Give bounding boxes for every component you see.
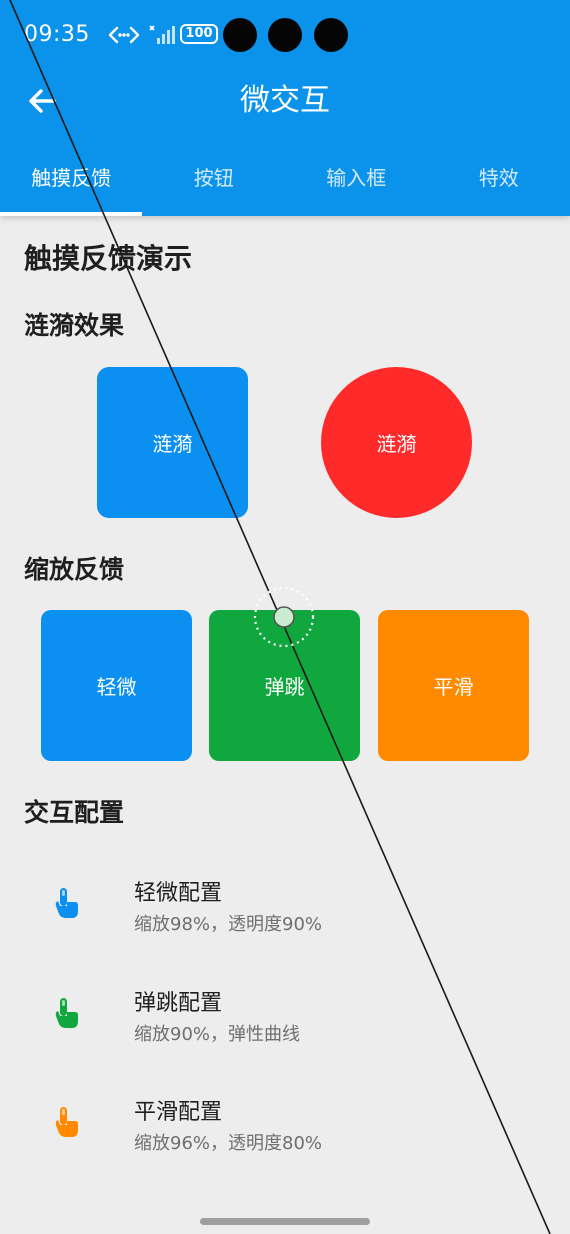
- scale-smooth-label: 平滑: [433, 675, 474, 699]
- config-item-subtitle: 缩放98%，透明度90%: [134, 914, 323, 935]
- config-item-subtitle: 缩放96%，透明度80%: [134, 1133, 323, 1154]
- scale-slight-label: 轻微: [96, 675, 137, 699]
- tab-bar: 触摸反馈 按钮 输入框 特效: [0, 156, 570, 216]
- phone-screen: 09:35 100 微交互 触摸反馈 按钮 输入框 特效 触摸反馈演示 涟漪效果…: [0, 0, 570, 1234]
- config-item-smooth[interactable]: 平滑配置 缩放96%，透明度80%: [0, 1087, 570, 1177]
- signal-icon: [149, 25, 175, 44]
- camera-icon: [314, 18, 348, 52]
- camera-icon: [223, 18, 257, 52]
- config-item-title: 轻微配置: [134, 881, 223, 906]
- scale-section-title: 缩放反馈: [24, 555, 125, 584]
- touch-hand-icon: [55, 888, 78, 918]
- content-area: 触摸反馈演示 涟漪效果 涟漪 涟漪 缩放反馈 轻微 弹跳 平滑 交互配置 轻微配…: [0, 216, 570, 1234]
- page-title: 微交互: [240, 83, 330, 118]
- demo-heading: 触摸反馈演示: [24, 242, 193, 275]
- config-item-subtitle: 缩放90%，弹性曲线: [134, 1024, 301, 1045]
- tab-touch-feedback[interactable]: 触摸反馈: [0, 156, 143, 216]
- config-item-slight[interactable]: 轻微配置 缩放98%，透明度90%: [0, 868, 570, 958]
- ripple-square-label: 涟漪: [152, 432, 193, 456]
- tab-input[interactable]: 输入框: [285, 156, 428, 216]
- ripple-circle-label: 涟漪: [376, 432, 417, 456]
- config-item-title: 平滑配置: [134, 1100, 223, 1125]
- ripple-section-title: 涟漪效果: [24, 311, 125, 340]
- camera-icon: [268, 18, 302, 52]
- ripple-circle-button[interactable]: 涟漪: [321, 367, 472, 518]
- scale-smooth-button[interactable]: 平滑: [378, 610, 529, 761]
- tab-effects[interactable]: 特效: [428, 156, 570, 216]
- touch-hand-icon: [55, 1107, 78, 1137]
- config-section-title: 交互配置: [24, 798, 125, 827]
- tab-button[interactable]: 按钮: [143, 156, 286, 216]
- touch-hand-icon: [55, 998, 78, 1028]
- config-item-title: 弹跳配置: [134, 991, 223, 1016]
- data-transfer-icon: [108, 26, 140, 44]
- ripple-square-button[interactable]: 涟漪: [97, 367, 248, 518]
- app-bar: 09:35 100 微交互 触摸反馈 按钮 输入框 特效: [0, 0, 570, 216]
- config-item-bounce[interactable]: 弹跳配置 缩放90%，弹性曲线: [0, 978, 570, 1068]
- scale-bounce-label: 弹跳: [264, 675, 305, 699]
- touch-point-icon: [253, 586, 315, 648]
- status-time: 09:35: [24, 22, 90, 47]
- battery-icon: 100: [180, 24, 218, 44]
- status-icons: [108, 24, 176, 46]
- home-indicator[interactable]: [200, 1218, 370, 1225]
- scale-slight-button[interactable]: 轻微: [41, 610, 192, 761]
